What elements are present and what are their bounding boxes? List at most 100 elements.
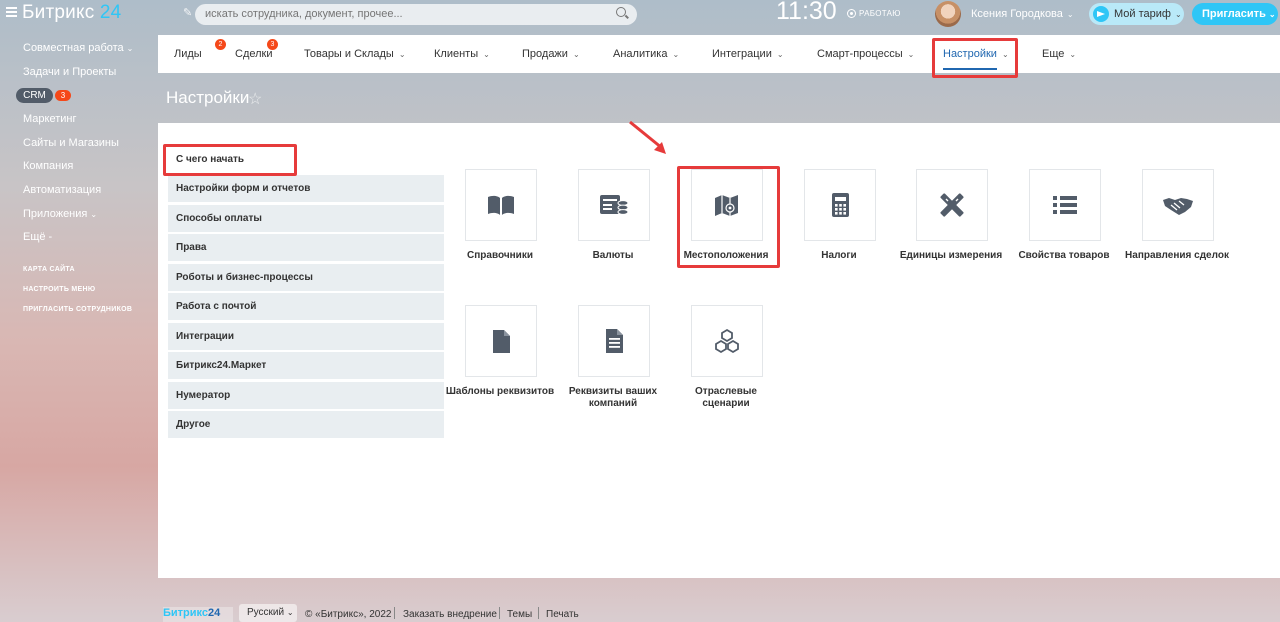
sidebar-item-company[interactable]: Компания <box>23 160 73 172</box>
highlight-box-start <box>163 144 297 176</box>
tab-products[interactable]: Товары и Склады ⌄ <box>304 48 406 60</box>
sidebar-item-label: Приложения <box>23 208 88 220</box>
crm-badge: 3 <box>55 90 71 101</box>
settings-menu-item-payment[interactable]: Способы оплаты <box>168 205 444 232</box>
chevron-down-icon: ⌄ <box>483 50 490 59</box>
tab-count-badge: 3 <box>267 39 278 50</box>
tab-label: Товары и Склады <box>304 48 394 60</box>
tile-product-properties[interactable] <box>1029 169 1101 241</box>
tab-more[interactable]: Еще ⌄ <box>1042 48 1076 60</box>
list-icon <box>1053 196 1077 214</box>
pointer-arrow-icon <box>629 120 666 154</box>
sidebar-item-label: Совместная работа <box>23 42 124 54</box>
tile-industry-scenarios[interactable] <box>691 305 763 377</box>
footer-link-themes[interactable]: Темы <box>507 609 532 620</box>
crm-tabs-bar: Лиды 2 Сделки 3 Товары и Склады ⌄ Клиенты ⌄ … <box>158 35 1280 73</box>
chevron-down-icon: ⌄ <box>398 50 406 59</box>
work-status-label: РАБОТАЮ <box>859 9 901 18</box>
top-bar: Битрикс 24 ✎ 11:30 РАБОТАЮ Ксения Городк… <box>0 0 1280 28</box>
document-icon <box>493 330 510 353</box>
calculator-icon <box>832 193 849 217</box>
ruler-pencil-icon <box>940 193 964 217</box>
user-menu[interactable]: Ксения Городкова ⌄ <box>971 8 1074 20</box>
tile-label-taxes: Налоги <box>821 250 857 261</box>
settings-menu-item-market[interactable]: Битрикс24.Маркет <box>168 352 444 379</box>
search-input[interactable] <box>195 4 637 25</box>
footer-copyright: © «Битрикс», 2022 <box>305 609 392 620</box>
tile-deal-pipelines[interactable] <box>1142 169 1214 241</box>
sidebar-item-more[interactable]: Ещё - <box>23 231 52 243</box>
settings-menu-item-rights[interactable]: Права <box>168 234 444 261</box>
chevron-down-icon: ⌄ <box>1174 10 1182 19</box>
settings-menu-item-other[interactable]: Другое <box>168 411 444 438</box>
currency-icon <box>600 195 629 215</box>
language-label: Русский <box>247 607 285 618</box>
footer-link-order-implementation[interactable]: Заказать внедрение <box>403 609 497 620</box>
tab-analytics[interactable]: Аналитика ⌄ <box>613 48 679 60</box>
star-icon[interactable]: ☆ <box>248 89 262 109</box>
sidebar-item-crm[interactable]: CRM <box>16 88 53 103</box>
status-dot-icon <box>847 9 856 18</box>
search-icon[interactable] <box>616 7 626 17</box>
tile-taxes[interactable] <box>804 169 876 241</box>
pencil-icon[interactable]: ✎ <box>183 6 192 19</box>
sidebar-item-apps[interactable]: Приложения ⌄ <box>23 208 97 220</box>
footer-logo-text: Битрикс <box>163 607 209 619</box>
tile-company-requisites[interactable] <box>578 305 650 377</box>
tab-deals[interactable]: Сделки 3 <box>235 39 278 60</box>
tab-label: Клиенты <box>434 48 479 60</box>
clock[interactable]: 11:30 <box>776 0 837 26</box>
settings-menu-item-numerator[interactable]: Нумератор <box>168 382 444 409</box>
chevron-down-icon: ⌄ <box>286 608 294 617</box>
avatar[interactable] <box>935 1 961 27</box>
chevron-down-icon: ⌄ <box>1069 50 1077 59</box>
tab-integrations[interactable]: Интеграции ⌄ <box>712 48 784 60</box>
tile-label-units: Единицы измерения <box>899 250 1003 261</box>
footer-link-print[interactable]: Печать <box>546 609 579 620</box>
chevron-down-icon: ⌄ <box>776 50 784 59</box>
chevron-down-icon: ⌄ <box>126 44 134 53</box>
sidebar-link-invite-employees[interactable]: ПРИГЛАСИТЬ СОТРУДНИКОВ <box>23 306 132 313</box>
tab-label: Смарт-процессы <box>817 48 903 60</box>
sidebar-item-marketing[interactable]: Маркетинг <box>23 113 76 125</box>
logo[interactable]: Битрикс 24 <box>22 2 121 24</box>
tile-directories[interactable] <box>465 169 537 241</box>
tile-label-directories: Справочники <box>467 250 533 261</box>
invite-label: Пригласить <box>1202 8 1266 20</box>
sidebar-item-collaboration[interactable]: Совместная работа ⌄ <box>23 42 133 54</box>
settings-menu-item-forms[interactable]: Настройки форм и отчетов <box>168 175 444 202</box>
tab-label: Аналитика <box>613 48 668 60</box>
footer-divider <box>499 607 500 619</box>
settings-menu-item-mail[interactable]: Работа с почтой <box>168 293 444 320</box>
tab-leads[interactable]: Лиды 2 <box>174 39 226 60</box>
tab-smart-processes[interactable]: Смарт-процессы ⌄ <box>817 48 914 60</box>
cubes-icon <box>715 328 739 354</box>
tile-label-industry-scenarios: Отраслевые сценарии <box>695 386 757 409</box>
sidebar-item-sites[interactable]: Сайты и Магазины <box>23 137 119 149</box>
sidebar-item-automation[interactable]: Автоматизация <box>23 184 101 196</box>
invite-button[interactable]: Пригласить ⌄ <box>1192 3 1278 25</box>
language-select[interactable]: Русский ⌄ <box>239 604 297 622</box>
footer-logo-number: 24 <box>208 607 221 619</box>
sidebar-link-configure-menu[interactable]: НАСТРОИТЬ МЕНЮ <box>23 286 95 293</box>
tile-currencies[interactable] <box>578 169 650 241</box>
settings-menu-item-robots[interactable]: Роботы и бизнес-процессы <box>168 264 444 291</box>
tile-units[interactable] <box>916 169 988 241</box>
page-title: Настройки <box>166 88 250 107</box>
sidebar-item-tasks[interactable]: Задачи и Проекты <box>23 66 116 78</box>
chevron-down-icon: ⌄ <box>907 50 915 59</box>
sidebar-link-sitemap[interactable]: КАРТА САЙТА <box>23 266 75 273</box>
tile-label-deal-pipelines: Направления сделок <box>1125 250 1229 261</box>
tariff-button[interactable]: Мой тариф ⌄ <box>1089 3 1184 25</box>
tab-clients[interactable]: Клиенты ⌄ <box>434 48 490 60</box>
tab-sales[interactable]: Продажи ⌄ <box>522 48 580 60</box>
settings-menu-item-integrations[interactable]: Интеграции <box>168 323 444 350</box>
tile-label-company-requisites: Реквизиты ваших компаний <box>568 386 658 409</box>
work-status[interactable]: РАБОТАЮ <box>847 9 901 18</box>
tile-requisite-templates[interactable] <box>465 305 537 377</box>
user-name: Ксения Городкова <box>971 8 1063 20</box>
menu-burger-icon[interactable] <box>6 7 17 17</box>
tab-label: Еще <box>1042 48 1065 60</box>
tab-count-badge: 2 <box>215 39 226 50</box>
tab-label: Интеграции <box>712 48 772 60</box>
